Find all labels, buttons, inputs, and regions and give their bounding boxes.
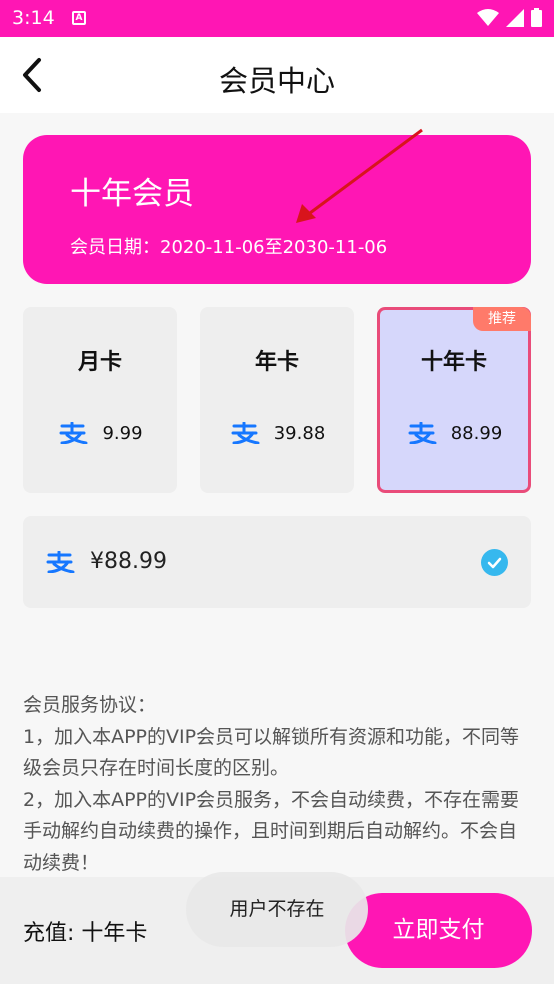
alipay-icon xyxy=(408,422,437,444)
plan-price: 39.88 xyxy=(273,422,326,444)
plan-name: 十年卡 xyxy=(420,350,487,375)
plan-card-monthly[interactable]: 月卡 9.99 xyxy=(23,307,177,493)
plan-price-row: 9.99 xyxy=(23,422,177,444)
vip-status-card: 十年会员 会员日期：2020-11-06至2030-11-06 xyxy=(23,135,531,284)
wifi-icon xyxy=(477,8,499,26)
plan-card-ten-year[interactable]: 推荐 十年卡 88.99 xyxy=(377,307,531,493)
check-icon[interactable] xyxy=(481,549,508,576)
plan-name: 年卡 xyxy=(254,350,299,375)
status-icons xyxy=(477,8,542,27)
status-time: 3:14 xyxy=(12,7,55,29)
notification-icon: A xyxy=(72,11,86,25)
plan-card-yearly[interactable]: 年卡 39.88 xyxy=(200,307,354,493)
plan-price: 9.99 xyxy=(102,422,143,444)
plan-price-row: 39.88 xyxy=(200,422,354,444)
alipay-icon xyxy=(59,422,88,444)
toast-message: 用户不存在 xyxy=(186,872,368,947)
pay-now-button[interactable]: 立即支付 xyxy=(345,893,532,968)
payment-method-option[interactable]: ¥88.99 xyxy=(23,516,531,608)
signal-icon xyxy=(506,8,524,27)
payment-amount: ¥88.99 xyxy=(90,549,167,574)
agreement-title: 会员服务协议： xyxy=(23,694,157,716)
agreement-line: 2，加入本APP的VIP会员服务，不会自动续费，不存在需要手动解约自动续费的操作… xyxy=(23,788,520,874)
alipay-icon xyxy=(46,551,75,573)
plan-name: 月卡 xyxy=(77,350,122,375)
vip-dates: 会员日期：2020-11-06至2030-11-06 xyxy=(70,237,388,258)
status-bar: 3:14 A xyxy=(0,0,554,37)
agreement-line: 1，加入本APP的VIP会员可以解锁所有资源和功能，不同等级会员只存在时间长度的… xyxy=(23,725,520,780)
plan-price: 88.99 xyxy=(450,422,503,444)
battery-icon xyxy=(531,8,542,27)
recharge-summary: 充值: 十年卡 xyxy=(23,921,148,946)
page-title: 会员中心 xyxy=(218,64,335,98)
nav-bar: 会员中心 xyxy=(0,37,554,113)
plan-price-row: 88.99 xyxy=(380,422,528,444)
recommend-badge: 推荐 xyxy=(473,307,531,331)
vip-level-name: 十年会员 xyxy=(70,176,194,212)
alipay-icon xyxy=(231,422,260,444)
service-agreement: 会员服务协议： 1，加入本APP的VIP会员可以解锁所有资源和功能，不同等级会员… xyxy=(23,690,535,879)
